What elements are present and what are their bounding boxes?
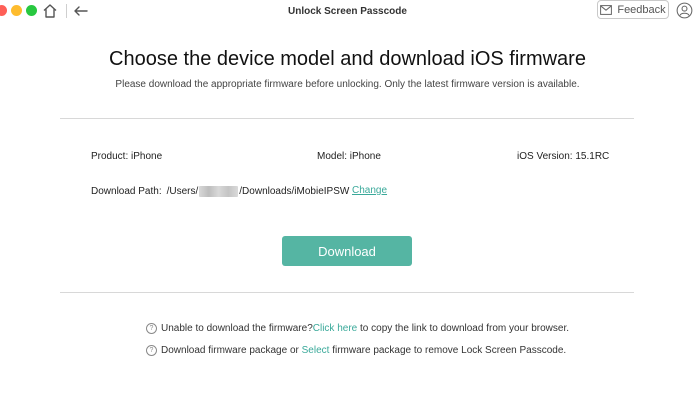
download-path: Download Path: /Users/ /Downloads/iMobie…: [91, 186, 349, 197]
user-account-icon[interactable]: [676, 2, 693, 19]
select-package-link[interactable]: Select: [302, 345, 330, 356]
product-info: Product: iPhone: [91, 151, 163, 162]
download-button[interactable]: Download: [282, 236, 412, 266]
help-text: to copy the link to download from your b…: [357, 323, 570, 334]
feedback-label: Feedback: [617, 3, 666, 16]
divider-top: [60, 118, 634, 119]
ios-version-info: iOS Version: 15.1RC: [517, 151, 610, 162]
download-path-label: Download Path:: [91, 186, 162, 197]
help-text: Unable to download the firmware?: [161, 323, 313, 334]
help-line-select-package: ? Download firmware package or Select fi…: [146, 345, 566, 356]
model-info: Model: iPhone: [317, 151, 381, 162]
page-title: Choose the device model and download iOS…: [109, 48, 586, 70]
change-path-link[interactable]: Change: [352, 185, 387, 196]
window-title: Unlock Screen Passcode: [288, 6, 407, 17]
click-here-link[interactable]: Click here: [313, 323, 357, 334]
help-text: firmware package to remove Lock Screen P…: [329, 345, 567, 356]
divider-bottom: [60, 292, 634, 293]
mail-icon: [600, 4, 613, 15]
help-line-copy-link: ? Unable to download the firmware? Click…: [146, 323, 569, 334]
title-bar: Unlock Screen Passcode Feedback: [0, 0, 695, 22]
redacted-username: [199, 186, 239, 197]
feedback-button[interactable]: Feedback: [597, 0, 669, 19]
download-path-prefix: /Users/: [166, 186, 199, 197]
question-icon: ?: [146, 323, 157, 334]
question-icon: ?: [146, 345, 157, 356]
download-path-suffix: /Downloads/iMobieIPSW: [239, 186, 350, 197]
help-text: Download firmware package or: [161, 345, 302, 356]
page-subtitle: Please download the appropriate firmware…: [115, 79, 580, 90]
